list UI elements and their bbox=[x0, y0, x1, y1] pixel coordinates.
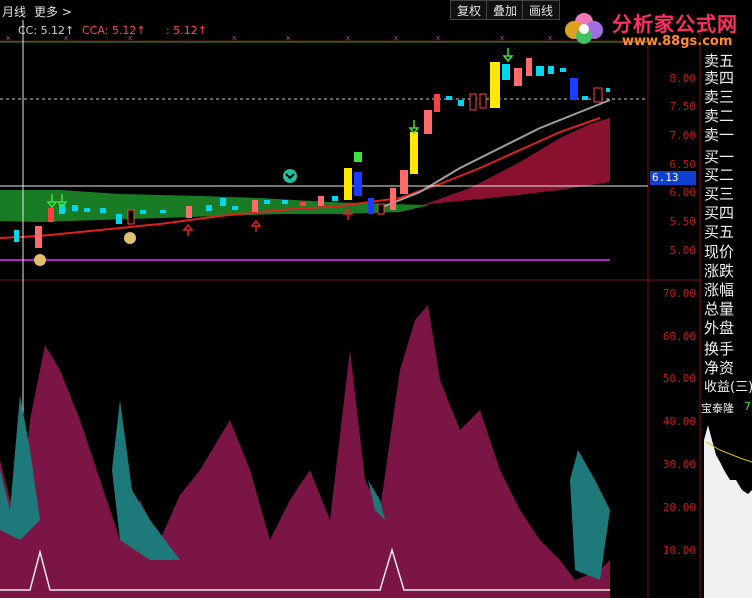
price-tick: 6.00 bbox=[669, 186, 697, 199]
lower-tick: 40.00 bbox=[662, 415, 696, 428]
svg-text:x: x bbox=[346, 34, 350, 42]
chevron-marker-icon bbox=[283, 169, 297, 183]
crosshair-price-label: 6.13 bbox=[650, 171, 696, 185]
order-book-sell2: 卖二 bbox=[704, 107, 735, 125]
lower-tick: 60.00 bbox=[662, 330, 696, 343]
stock-name-suffix: 7 bbox=[744, 400, 751, 413]
quote-outer-volume: 外盘 bbox=[704, 319, 735, 337]
order-book-buy3: 买三 bbox=[704, 185, 735, 203]
svg-text:x: x bbox=[232, 34, 236, 42]
quote-volume: 总量 bbox=[704, 300, 735, 318]
svg-text:x: x bbox=[436, 34, 440, 42]
price-tick: 8.00 bbox=[669, 72, 697, 85]
lower-tick: 20.00 bbox=[662, 501, 696, 514]
stock-name-tab[interactable]: 宝泰隆 bbox=[701, 400, 734, 416]
lower-tick: 50.00 bbox=[662, 372, 696, 385]
svg-text:x: x bbox=[548, 34, 552, 42]
mini-chart-white bbox=[704, 425, 752, 598]
order-book-sell1: 卖一 bbox=[704, 126, 735, 144]
lower-tick: 70.00 bbox=[662, 287, 696, 300]
lower-tick: 30.00 bbox=[662, 458, 696, 471]
svg-text:x: x bbox=[394, 34, 398, 42]
order-book-buy5: 买五 bbox=[704, 223, 735, 241]
lower-tick: 10.00 bbox=[662, 544, 696, 557]
price-tick: 5.00 bbox=[669, 244, 697, 257]
svg-text:x: x bbox=[64, 34, 68, 42]
order-book-buy1: 买一 bbox=[704, 148, 735, 166]
chart-canvas[interactable]: xx xx xx xx xx bbox=[0, 0, 752, 598]
teal-area-4 bbox=[570, 450, 610, 580]
price-tick: 7.00 bbox=[669, 129, 697, 142]
maroon-area bbox=[0, 305, 610, 598]
brand-logo: 分析家公式网 www.88gs.com bbox=[556, 4, 752, 52]
order-book-sell3: 卖三 bbox=[704, 88, 735, 106]
green-cross-icon bbox=[354, 152, 362, 162]
order-book-buy2: 买二 bbox=[704, 166, 735, 184]
price-tick: 6.50 bbox=[669, 158, 697, 171]
brand-url: www.88gs.com bbox=[622, 34, 733, 49]
order-book-buy4: 买四 bbox=[704, 204, 735, 222]
quote-change-pct: 涨幅 bbox=[704, 281, 735, 299]
quote-net-assets: 净资 bbox=[704, 359, 735, 377]
money-bag-icon bbox=[34, 254, 46, 266]
lower-indicator bbox=[0, 305, 610, 598]
maroon-band bbox=[420, 118, 610, 206]
order-book-sell4: 卖四 bbox=[704, 69, 735, 87]
svg-text:x: x bbox=[128, 34, 132, 42]
svg-text:x: x bbox=[500, 34, 504, 42]
svg-text:x: x bbox=[286, 34, 290, 42]
brand-name: 分析家公式网 bbox=[612, 12, 738, 36]
quote-change: 涨跌 bbox=[704, 262, 735, 280]
quote-price: 现价 bbox=[704, 243, 735, 261]
price-tick: 5.50 bbox=[669, 215, 697, 228]
price-tick: 7.50 bbox=[669, 100, 697, 113]
quote-turnover: 换手 bbox=[704, 340, 735, 358]
money-bag-icon-2 bbox=[124, 232, 136, 244]
quote-earnings: 收益(三) bbox=[704, 380, 752, 395]
svg-text:x: x bbox=[6, 34, 10, 42]
